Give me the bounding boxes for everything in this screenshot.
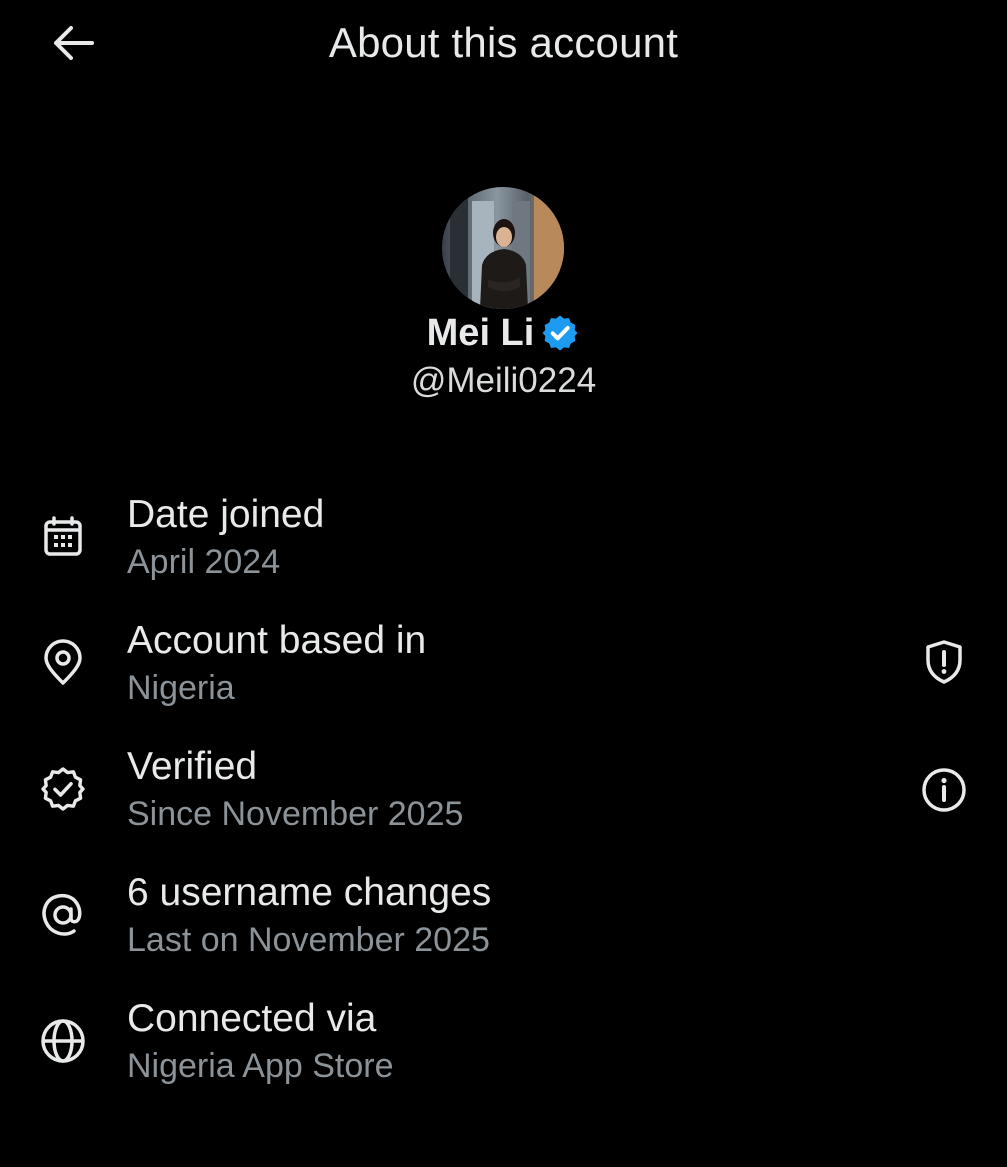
row-subtitle: Nigeria App Store <box>127 1047 394 1085</box>
avatar-image <box>442 187 564 309</box>
shield-alert-icon <box>926 640 962 684</box>
row-verified: Verified Since November 2025 <box>0 742 1007 842</box>
calendar-icon <box>36 510 90 564</box>
row-subtitle: April 2024 <box>127 543 281 581</box>
row-subtitle: Nigeria <box>127 669 235 707</box>
row-subtitle: Since November 2025 <box>127 795 464 833</box>
row-connected-via: Connected via Nigeria App Store <box>0 994 1007 1094</box>
location-pin-icon <box>36 636 90 690</box>
row-title: Date joined <box>127 493 325 536</box>
verified-outline-icon <box>36 762 90 816</box>
row-date-joined: Date joined April 2024 <box>0 490 1007 590</box>
avatar[interactable] <box>442 187 564 309</box>
row-subtitle: Last on November 2025 <box>127 921 490 959</box>
name-row: Mei Li <box>0 308 1007 358</box>
row-title: 6 username changes <box>127 871 492 914</box>
verified-badge-icon[interactable] <box>540 313 580 353</box>
row-account-based-in: Account based in Nigeria <box>0 616 1007 716</box>
globe-icon <box>36 1014 90 1068</box>
row-title: Verified <box>127 745 258 788</box>
at-sign-icon <box>36 888 90 942</box>
handle: @Meili0224 <box>410 361 597 400</box>
page-title: About this account <box>328 19 679 66</box>
row-title: Account based in <box>127 619 427 662</box>
row-username-changes: 6 username changes Last on November 2025 <box>0 868 1007 968</box>
display-name: Mei Li <box>426 312 535 354</box>
top-bar: About this account <box>0 0 1007 86</box>
info-icon <box>922 768 966 812</box>
row-title: Connected via <box>127 997 377 1040</box>
account-location-info-button[interactable] <box>914 632 974 692</box>
verified-info-button[interactable] <box>914 760 974 820</box>
